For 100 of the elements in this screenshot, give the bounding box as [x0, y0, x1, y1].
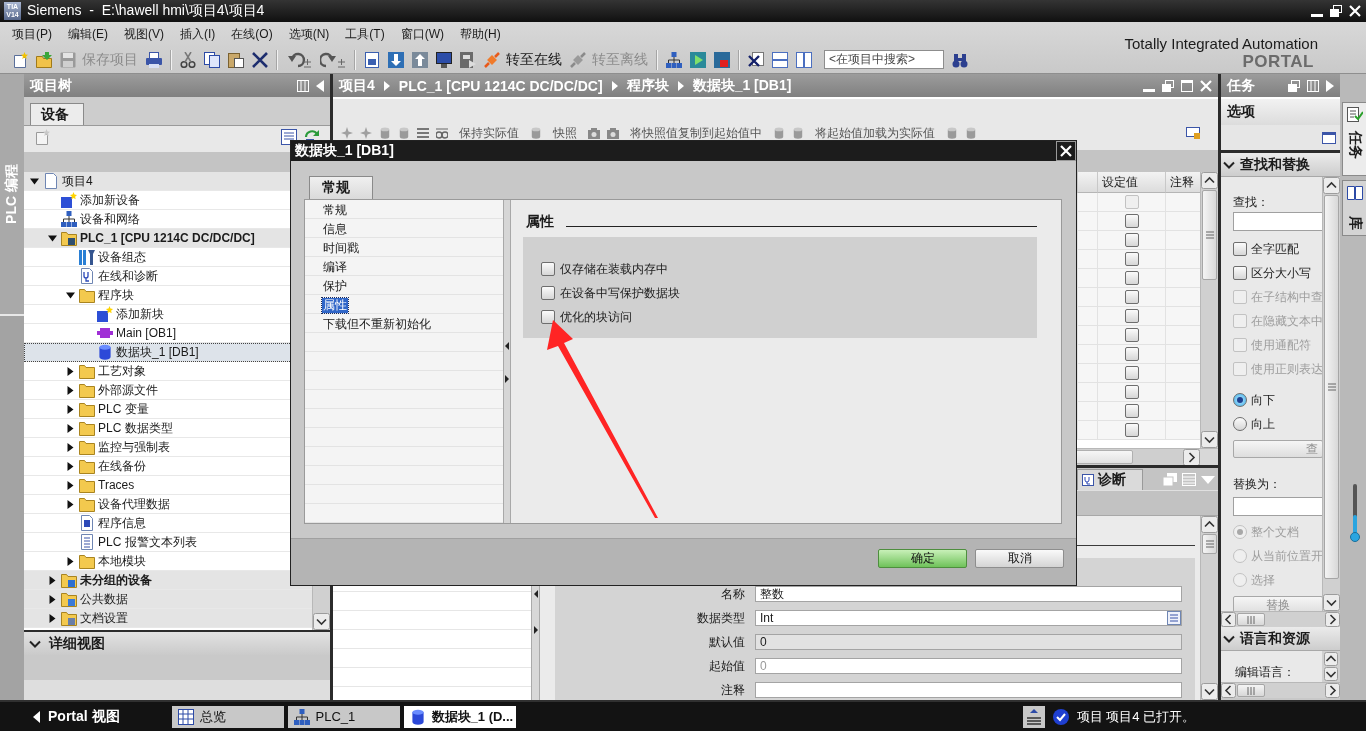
menu-item[interactable]: 编辑(E): [60, 25, 116, 43]
caret-down-icon[interactable]: [65, 290, 75, 300]
scroll-down-icon[interactable]: [1201, 431, 1218, 448]
menu-item[interactable]: 工具(T): [337, 25, 393, 43]
play-icon[interactable]: [690, 51, 706, 68]
nav-item[interactable]: 信息: [322, 222, 348, 237]
monitor-icon[interactable]: [436, 51, 452, 68]
column-header[interactable]: 注释: [1165, 172, 1200, 193]
columns-icon[interactable]: [1307, 79, 1319, 92]
checkbox[interactable]: [1124, 423, 1139, 437]
caret-right-icon[interactable]: [47, 575, 57, 585]
redo-icon[interactable]: [320, 51, 346, 68]
panel-tab[interactable]: 诊断: [1077, 469, 1143, 490]
radio-button[interactable]: [1233, 393, 1247, 407]
radio-button[interactable]: [1233, 417, 1247, 431]
menu-item[interactable]: 插入(I): [172, 25, 224, 43]
printer-icon[interactable]: [146, 51, 162, 68]
toolbar-label[interactable]: 将起始值加载为实际值: [815, 127, 935, 140]
caret-right-icon[interactable]: [65, 385, 75, 395]
checkbox[interactable]: [541, 310, 555, 324]
copy-icon[interactable]: [204, 51, 220, 68]
checkbox[interactable]: [1124, 214, 1139, 228]
binoculars-icon[interactable]: [952, 51, 968, 68]
new-document-icon[interactable]: [12, 51, 28, 68]
triangle-right-icon[interactable]: [533, 626, 538, 634]
toolbar-label[interactable]: 将快照值复制到起始值中: [630, 127, 762, 140]
checkbox[interactable]: [1124, 271, 1139, 285]
scrollbar[interactable]: [1322, 651, 1340, 682]
checkbox[interactable]: [1124, 328, 1139, 342]
tab[interactable]: 设备: [30, 103, 84, 125]
window-list-icon[interactable]: [281, 129, 297, 145]
ok-button[interactable]: 确定: [878, 549, 967, 568]
scroll-up-icon[interactable]: [1324, 652, 1338, 666]
scrollbar[interactable]: [1200, 516, 1218, 700]
scrollbar-thumb[interactable]: [1237, 613, 1265, 626]
checkbox[interactable]: [1124, 309, 1139, 323]
caret-right-icon[interactable]: [65, 461, 75, 471]
input-field[interactable]: [1233, 497, 1323, 516]
checkbox[interactable]: [1124, 385, 1139, 399]
clipboard-icon[interactable]: [228, 51, 244, 68]
triangle-right-icon[interactable]: [505, 375, 509, 383]
scroll-right-icon[interactable]: [1325, 612, 1340, 627]
scroll-down-icon[interactable]: [1323, 594, 1340, 611]
scissors-icon[interactable]: [180, 51, 196, 68]
scroll-right-icon[interactable]: [1183, 449, 1200, 466]
taskbar-tab[interactable]: PLC_1: [287, 705, 400, 728]
document-star-icon[interactable]: [34, 129, 50, 145]
input-field[interactable]: 整数: [755, 586, 1182, 602]
taskbar-tab[interactable]: 总览: [171, 705, 284, 728]
caret-right-icon[interactable]: [47, 594, 57, 604]
column-header[interactable]: 设定值: [1097, 172, 1165, 193]
scroll-down-icon[interactable]: [1201, 683, 1218, 700]
scroll-left-icon[interactable]: [1221, 612, 1236, 627]
portal-view-button[interactable]: Portal 视图: [33, 707, 120, 726]
triangle-left-icon[interactable]: [505, 342, 509, 350]
caret-down-icon[interactable]: [29, 176, 39, 186]
checkbox[interactable]: [1124, 233, 1139, 247]
toolbar-label[interactable]: 快照: [553, 127, 577, 140]
scrollbar[interactable]: [1200, 172, 1218, 448]
nav-item[interactable]: 属性: [322, 298, 348, 313]
checkbox[interactable]: [1233, 266, 1247, 280]
scrollbar-thumb[interactable]: [1202, 190, 1217, 280]
nav-item[interactable]: 保护: [322, 279, 348, 294]
input-field[interactable]: [1233, 212, 1323, 231]
split-vertical-icon[interactable]: [796, 51, 812, 68]
upload-icon[interactable]: [412, 51, 428, 68]
scroll-down-icon[interactable]: [313, 613, 330, 630]
checkbox[interactable]: [1124, 347, 1139, 361]
toolbar-label[interactable]: 保持实际值: [459, 127, 519, 140]
scroll-down-icon[interactable]: [1324, 667, 1338, 681]
tree-item[interactable]: 公共数据: [24, 590, 312, 609]
list-icon[interactable]: [1167, 611, 1181, 625]
input-field[interactable]: [755, 682, 1182, 698]
scrollbar[interactable]: [1322, 177, 1340, 611]
scrollbar-thumb[interactable]: [1202, 534, 1217, 554]
tree-item[interactable]: 未分组的设备: [24, 571, 312, 590]
caret-right-icon[interactable]: [65, 556, 75, 566]
slider-thumb[interactable]: [1350, 532, 1360, 542]
checkbox[interactable]: [1124, 404, 1139, 418]
scroll-right-icon[interactable]: [1325, 683, 1340, 698]
restore-icon[interactable]: [1330, 5, 1342, 17]
undo-icon[interactable]: [286, 51, 312, 68]
caret-down-icon[interactable]: [47, 233, 57, 243]
camera-icon[interactable]: [588, 127, 600, 139]
caret-right-icon[interactable]: [65, 423, 75, 433]
split-horizontal-icon[interactable]: [772, 51, 788, 68]
go-online-button[interactable]: 转至在线: [484, 50, 562, 69]
scroll-up-icon[interactable]: [1323, 177, 1340, 194]
dropdown-field[interactable]: Int: [755, 610, 1182, 626]
close-button[interactable]: [1056, 141, 1076, 161]
camera-icon[interactable]: [607, 127, 619, 139]
nav-item[interactable]: 常规: [322, 203, 348, 218]
menu-item[interactable]: 选项(N): [280, 25, 338, 43]
nav-item[interactable]: 编译: [322, 260, 348, 275]
caret-right-icon[interactable]: [65, 404, 75, 414]
scroll-left-icon[interactable]: [1221, 683, 1236, 698]
cancel-button[interactable]: 取消: [975, 549, 1064, 568]
download-icon[interactable]: [388, 51, 404, 68]
scrollbar[interactable]: [1221, 611, 1340, 627]
checkbox[interactable]: [1124, 366, 1139, 380]
